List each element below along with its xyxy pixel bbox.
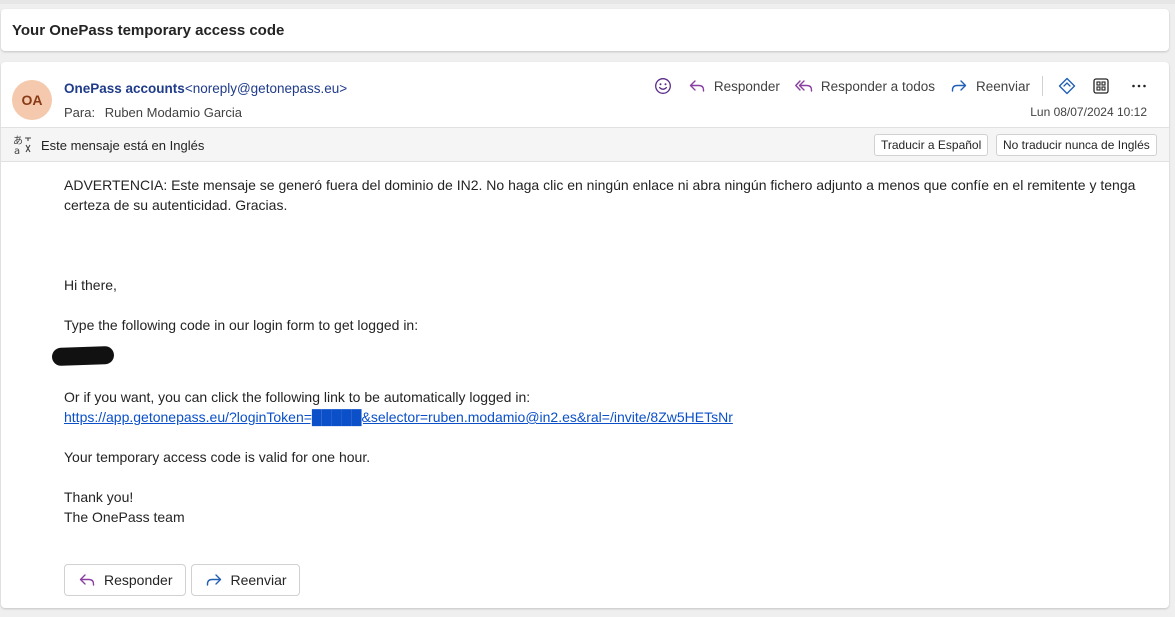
reply-all-label: Responder a todos: [820, 78, 935, 94]
sender-name[interactable]: OnePass accounts: [64, 81, 185, 96]
footer-forward-button[interactable]: Reenviar: [190, 564, 300, 596]
forward-label: Reenviar: [975, 78, 1030, 94]
signature: The OnePass team: [64, 509, 185, 525]
emoji-reaction-icon[interactable]: [653, 76, 673, 96]
forward-button[interactable]: Reenviar: [949, 76, 1030, 96]
footer-reply-label: Responder: [104, 572, 173, 588]
reply-label: Responder: [713, 78, 780, 94]
translate-icon: あa: [12, 134, 34, 157]
subject-card: Your OnePass temporary access code: [1, 9, 1169, 51]
loop-component-icon[interactable]: [1057, 76, 1077, 96]
email-subject: Your OnePass temporary access code: [12, 22, 285, 39]
sender-avatar[interactable]: OA: [12, 80, 52, 120]
footer-forward-label: Reenviar: [230, 572, 287, 588]
translate-button[interactable]: Traducir a Español: [874, 134, 989, 156]
message-body: ADVERTENCIA: Este mensaje se generó fuer…: [51, 175, 1144, 527]
reply-icon: [687, 76, 707, 96]
external-warning: ADVERTENCIA: Este mensaje se generó fuer…: [64, 177, 1136, 213]
message-card: OA OnePass accounts<noreply@getonepass.e…: [1, 62, 1169, 608]
redacted-code: [51, 345, 115, 367]
from-line: OnePass accounts<noreply@getonepass.eu>: [64, 81, 347, 96]
reply-all-icon: [794, 76, 814, 96]
message-actions: Responder Responder a todos Reenviar: [639, 75, 1149, 97]
forward-icon: [949, 76, 969, 96]
validity-note: Your temporary access code is valid for …: [64, 449, 371, 465]
forward-icon: [204, 570, 224, 590]
reply-button[interactable]: Responder: [687, 76, 780, 96]
to-line: Para: Ruben Modamio Garcia: [64, 105, 242, 120]
reply-icon: [77, 570, 97, 590]
more-options-icon[interactable]: [1129, 76, 1149, 96]
login-link[interactable]: https://app.getonepass.eu/?loginToken=██…: [64, 409, 733, 425]
svg-text:a: a: [14, 146, 20, 156]
recipient-name[interactable]: Ruben Modamio Garcia: [105, 105, 242, 120]
apps-grid-icon[interactable]: [1091, 76, 1111, 96]
to-label: Para:: [64, 105, 96, 120]
never-translate-button[interactable]: No traducir nunca de Inglés: [996, 134, 1157, 156]
greeting: Hi there,: [64, 277, 117, 293]
footer-reply-button[interactable]: Responder: [64, 564, 186, 596]
message-date: Lun 08/07/2024 10:12: [1030, 105, 1147, 119]
translation-message: Este mensaje está en Inglés: [41, 138, 205, 153]
sender-email[interactable]: <noreply@getonepass.eu>: [185, 81, 347, 96]
footer-actions: Responder Reenviar: [64, 564, 305, 596]
link-intro: Or if you want, you can click the follow…: [64, 389, 531, 405]
thanks-line: Thank you!: [64, 489, 134, 505]
toolbar-separator: [1042, 76, 1043, 96]
reply-all-button[interactable]: Responder a todos: [794, 76, 935, 96]
top-strip: [0, 0, 1175, 4]
translation-bar: あa Este mensaje está en Inglés Traducir …: [1, 127, 1169, 162]
code-instruction: Type the following code in our login for…: [64, 317, 419, 333]
